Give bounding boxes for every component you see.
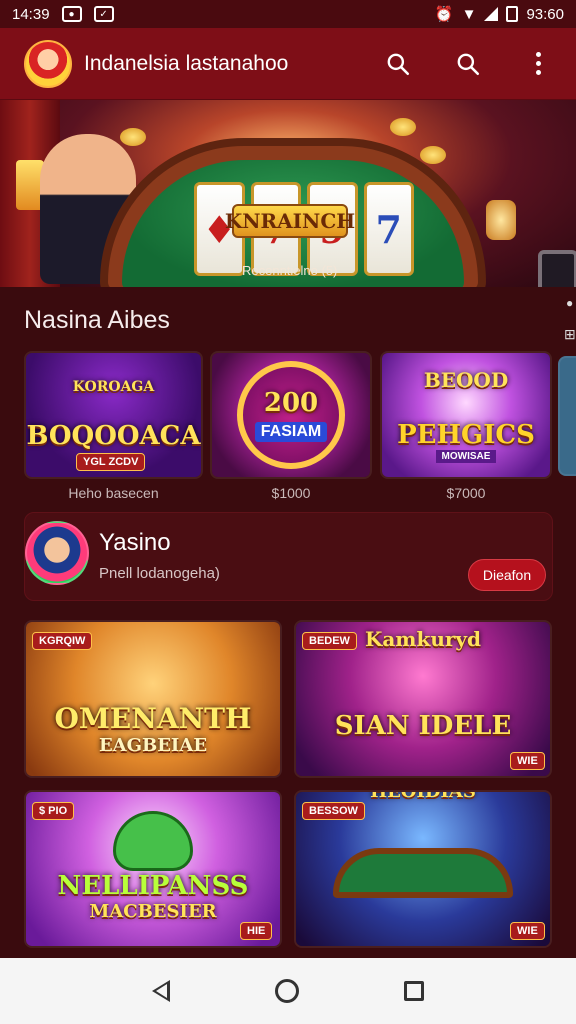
featured-game-card-partial[interactable] (558, 356, 576, 476)
promo-title: Yasino (99, 529, 171, 556)
game-caption: MOWISAE (435, 449, 497, 463)
game-tag: $ PIO (32, 802, 75, 820)
grid-view-icon[interactable]: ⊞ (564, 326, 576, 343)
game-badge: WIE (510, 752, 545, 770)
game-badge: WIE (510, 922, 545, 940)
tv-decoration (538, 250, 576, 287)
notification-icon: ● (61, 6, 82, 22)
game-label: $1000 (271, 485, 311, 501)
game-badge: HIE (240, 922, 273, 940)
app-title: Indanelsia lastanahoo (84, 51, 289, 75)
featured-game-card[interactable]: BEOOD PEHGICS MOWISAE (380, 351, 552, 479)
coin-decoration (120, 128, 146, 146)
game-tag: YGL ZCDV (76, 453, 146, 471)
status-right-time: 93:60 (526, 5, 564, 23)
home-icon[interactable] (274, 979, 299, 1003)
hero-banner[interactable]: ♦ 7 9 7 KNRAINCH (0, 100, 576, 287)
wheel-illustration: 200 FASIAM (237, 361, 345, 469)
game-title: 200 (263, 388, 319, 418)
game-title: SIAN IDELE (334, 711, 512, 741)
game-tag: BESSOW (302, 802, 365, 820)
game-card[interactable]: HEOIDIAS BESSOW WIE (294, 790, 552, 948)
kebab-dot-icon (535, 52, 541, 57)
promo-subtitle: Pnell lodanogeha) (99, 565, 220, 582)
search-button[interactable] (380, 46, 416, 82)
featured-game-card[interactable]: 200 FASIAM (210, 351, 372, 479)
monster-illustration (113, 810, 193, 871)
status-bar: 14:39 ● ✓ ⏰ ▼ 93:60 (0, 0, 576, 28)
hero-caption: Recenntielno (5) (242, 263, 338, 278)
game-subtitle: HEOIDIAS (370, 790, 476, 802)
alarm-icon: ⏰ (434, 6, 454, 23)
hero-sign: KNRAINCH (225, 204, 355, 238)
message-icon: ✓ (93, 6, 114, 22)
game-subtitle: FASIAM (254, 422, 328, 442)
game-subtitle: BEOOD (423, 367, 509, 392)
game-label: $7000 (446, 485, 486, 501)
search-icon (457, 53, 480, 75)
signal-icon (484, 7, 499, 21)
game-subtitle: KOROAGA (72, 379, 155, 395)
search-icon (387, 53, 410, 75)
section-title: Nasina Aibes (24, 306, 170, 334)
featured-game-card[interactable]: KOROAGA BOQOOACA YGL ZCDV (24, 351, 203, 479)
status-time: 14:39 (12, 5, 50, 23)
game-subtitle: MACBESIER (89, 900, 217, 922)
app-logo[interactable] (24, 39, 72, 88)
coin-decoration (390, 118, 416, 136)
game-label: Heho basecen (68, 485, 159, 501)
game-title: OMENANTH (54, 702, 252, 735)
promo-button[interactable]: Dieafon (468, 559, 546, 591)
back-icon[interactable] (152, 980, 171, 1002)
more-dot-icon[interactable]: ● (566, 296, 573, 310)
recent-apps-icon[interactable] (403, 981, 424, 1001)
game-card[interactable]: Kamkuryd SIAN IDELE BEDEW WIE (294, 620, 552, 778)
game-subtitle: EAGBEIAE (98, 735, 208, 756)
game-title: PEHGICS (397, 419, 535, 450)
battery-icon (506, 6, 519, 22)
search-button-secondary[interactable] (450, 46, 486, 82)
wifi-icon: ▼ (461, 5, 477, 23)
app-bar: Indanelsia lastanahoo (0, 28, 576, 100)
coin-decoration (420, 146, 446, 164)
promo-card[interactable]: Yasino Pnell lodanogeha) Dieafon (24, 512, 553, 601)
game-title: BOQOOACA (26, 421, 201, 451)
more-options-button[interactable] (520, 46, 556, 82)
system-nav-bar (0, 958, 576, 1024)
game-title: NELLIPANSS (57, 870, 249, 901)
game-subtitle: Kamkuryd (364, 627, 482, 651)
game-tag: KGRQIW (32, 632, 93, 650)
game-card[interactable]: OMENANTH EAGBEIAE KGRQIW (24, 620, 282, 778)
game-tag: BEDEW (302, 632, 357, 650)
lamp-decoration (486, 200, 516, 240)
reel-seven-blue: 7 (363, 182, 414, 276)
promo-avatar (25, 521, 89, 585)
poker-table-illustration (333, 847, 513, 898)
game-card[interactable]: NELLIPANSS MACBESIER $ PIO HIE (24, 790, 282, 948)
